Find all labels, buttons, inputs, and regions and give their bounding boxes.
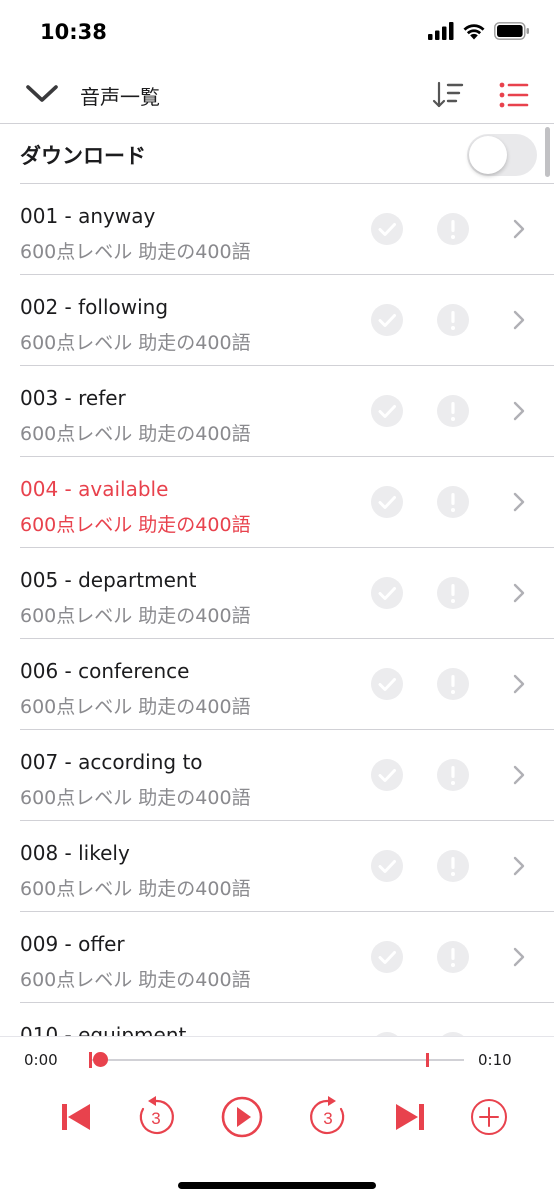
- skip-forward-seconds: 3: [323, 1109, 332, 1128]
- time-current: 0:00: [24, 1051, 58, 1069]
- checkmark-icon[interactable]: [370, 485, 404, 519]
- exclamation-icon[interactable]: [436, 212, 470, 246]
- add-button[interactable]: [467, 1095, 511, 1139]
- item-subtitle: 600点レベル 助走の400語: [20, 787, 251, 809]
- chevron-right-icon: [512, 582, 526, 604]
- item-subtitle: 600点レベル 助走の400語: [20, 423, 251, 445]
- status-time: 10:38: [40, 20, 107, 44]
- exclamation-icon[interactable]: [436, 303, 470, 337]
- navigation-bar: 音声一覧: [0, 64, 554, 124]
- item-title: 005 - department: [20, 568, 197, 592]
- checkmark-icon[interactable]: [370, 303, 404, 337]
- item-subtitle: 600点レベル 助走の400語: [20, 332, 251, 354]
- sort-icon[interactable]: [432, 80, 464, 110]
- status-bar: 10:38: [0, 0, 554, 64]
- list-item[interactable]: 007 - according to 600点レベル 助走の400語: [0, 730, 554, 821]
- chevron-right-icon: [512, 400, 526, 422]
- checkmark-icon[interactable]: [370, 576, 404, 610]
- chevron-right-icon: [512, 218, 526, 240]
- time-total: 0:10: [478, 1051, 512, 1069]
- item-subtitle: 600点レベル 助走の400語: [20, 969, 251, 991]
- skip-forward-button[interactable]: 3: [306, 1095, 350, 1139]
- toggle-knob: [469, 136, 507, 174]
- item-title: 006 - conference: [20, 659, 190, 683]
- item-title: 002 - following: [20, 295, 169, 319]
- chevron-right-icon: [512, 673, 526, 695]
- skip-forward-3-icon: 3: [310, 1096, 345, 1135]
- play-button[interactable]: [220, 1095, 264, 1139]
- add-icon: [471, 1099, 507, 1135]
- scroll-indicator: [545, 127, 550, 177]
- download-toggle[interactable]: [467, 134, 537, 176]
- item-subtitle: 600点レベル 助走の400語: [20, 241, 251, 263]
- progress-thumb[interactable]: [93, 1052, 108, 1067]
- list-item[interactable]: 006 - conference 600点レベル 助走の400語: [0, 639, 554, 730]
- list-item[interactable]: 010 - equipment600点レベル 助走の400語: [0, 1003, 554, 1036]
- previous-track-button[interactable]: [54, 1095, 98, 1139]
- item-title: 010 - equipment: [20, 1023, 187, 1036]
- exclamation-icon[interactable]: [436, 667, 470, 701]
- item-subtitle: 600点レベル 助走の400語: [20, 605, 251, 627]
- checkmark-icon[interactable]: [370, 758, 404, 792]
- loop-start-marker[interactable]: [89, 1052, 92, 1068]
- list-item[interactable]: 002 - following 600点レベル 助走の400語: [0, 275, 554, 366]
- exclamation-icon[interactable]: [436, 394, 470, 428]
- progress-track[interactable]: [92, 1059, 464, 1061]
- item-subtitle: 600点レベル 助走の400語: [20, 514, 251, 536]
- list-item[interactable]: 001 - anyway 600点レベル 助走の400語: [0, 184, 554, 275]
- list-item[interactable]: 008 - likely 600点レベル 助走の400語: [0, 821, 554, 912]
- status-icons: [428, 22, 530, 40]
- list-item[interactable]: 009 - offer 600点レベル 助走の400語: [0, 912, 554, 1003]
- wifi-icon: [463, 24, 485, 40]
- chevron-down-icon[interactable]: [24, 80, 60, 108]
- list-item[interactable]: 004 - available 600点レベル 助走の400語: [0, 457, 554, 548]
- battery-icon: [494, 22, 529, 40]
- audio-player: 0:00 0:10 3 3: [0, 1036, 554, 1200]
- checkmark-icon[interactable]: [370, 667, 404, 701]
- list-icon[interactable]: [498, 80, 530, 110]
- word-list: 001 - anyway 600点レベル 助走の400語 002 - followi…: [0, 184, 554, 1036]
- chevron-right-icon: [512, 491, 526, 513]
- checkmark-icon[interactable]: [370, 394, 404, 428]
- item-subtitle: 600点レベル 助走の400語: [20, 878, 251, 900]
- home-indicator[interactable]: [178, 1182, 376, 1189]
- exclamation-icon[interactable]: [436, 485, 470, 519]
- next-track-button[interactable]: [388, 1095, 432, 1139]
- signal-icon: [428, 22, 454, 40]
- list-item[interactable]: 003 - refer 600点レベル 助走の400語: [0, 366, 554, 457]
- checkmark-icon[interactable]: [370, 212, 404, 246]
- chevron-right-icon: [512, 309, 526, 331]
- item-title: 003 - refer: [20, 386, 126, 410]
- list-item[interactable]: 005 - department 600点レベル 助走の400語: [0, 548, 554, 639]
- page-title: 音声一覧: [80, 85, 160, 109]
- next-track-icon: [396, 1104, 424, 1130]
- skip-back-seconds: 3: [151, 1109, 160, 1128]
- skip-back-3-icon: 3: [139, 1096, 174, 1135]
- chevron-right-icon: [512, 946, 526, 968]
- checkmark-icon[interactable]: [370, 849, 404, 883]
- previous-track-icon: [62, 1104, 90, 1130]
- play-icon: [221, 1096, 263, 1138]
- exclamation-icon[interactable]: [436, 758, 470, 792]
- exclamation-icon[interactable]: [436, 576, 470, 610]
- item-subtitle: 600点レベル 助走の400語: [20, 696, 251, 718]
- item-title: 009 - offer: [20, 932, 125, 956]
- exclamation-icon[interactable]: [436, 940, 470, 974]
- item-title: 007 - according to: [20, 750, 203, 774]
- exclamation-icon[interactable]: [436, 849, 470, 883]
- loop-end-marker[interactable]: [426, 1053, 429, 1067]
- item-title: 004 - available: [20, 477, 169, 501]
- chevron-right-icon: [512, 855, 526, 877]
- skip-back-button[interactable]: 3: [134, 1095, 178, 1139]
- chevron-right-icon: [512, 764, 526, 786]
- item-title: 001 - anyway: [20, 204, 156, 228]
- item-title: 008 - likely: [20, 841, 130, 865]
- checkmark-icon[interactable]: [370, 940, 404, 974]
- download-label: ダウンロード: [20, 144, 146, 168]
